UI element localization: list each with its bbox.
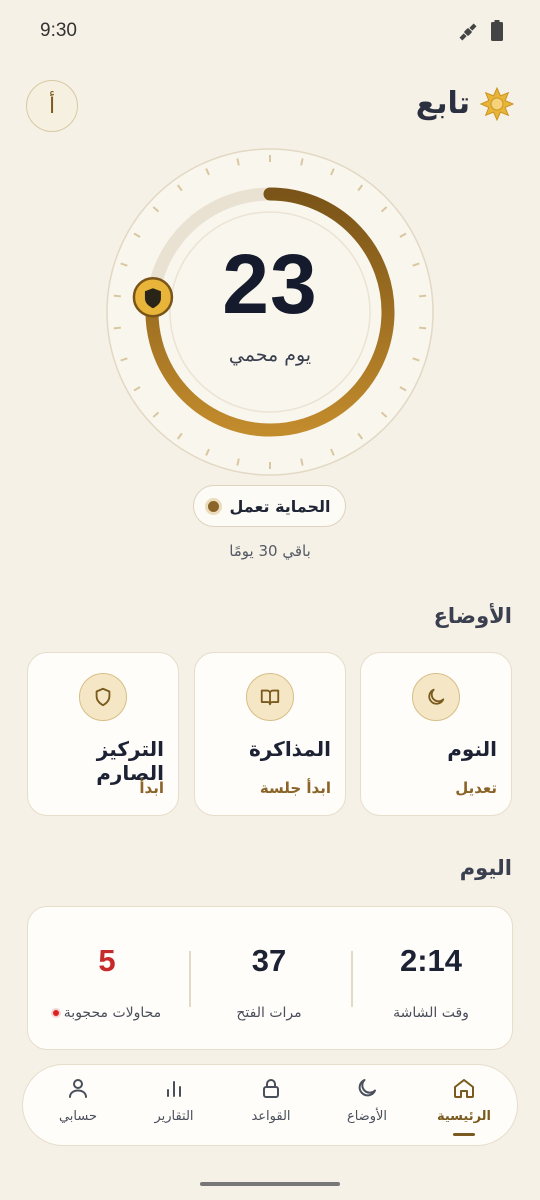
satellite-icon xyxy=(459,23,477,41)
status-time: 9:30 xyxy=(40,20,77,41)
today-stats-card: 2:14 وقت الشاشة 37 مرات الفتح 5 محاولات … xyxy=(27,906,513,1050)
mode-name: النوم xyxy=(447,737,497,761)
moon-icon xyxy=(358,1079,376,1097)
today-section-title: اليوم xyxy=(459,856,512,880)
moon-icon xyxy=(412,673,460,721)
stat-label: مرات الفتح xyxy=(236,1005,302,1021)
stat-screen-time: 2:14 وقت الشاشة xyxy=(350,907,512,1051)
protected-days-count: 23 xyxy=(222,237,318,331)
protected-days-caption: يوم محمي xyxy=(228,344,312,366)
nav-label: القواعد xyxy=(251,1109,291,1124)
stat-label: وقت الشاشة xyxy=(393,1005,469,1021)
stat-value: 2:14 xyxy=(399,943,463,978)
ring-tick xyxy=(236,458,240,466)
stat-unlocks: 37 مرات الفتح xyxy=(188,907,350,1051)
nav-item-home[interactable]: الرئيسية xyxy=(419,1065,509,1147)
shield-icon xyxy=(79,673,127,721)
mode-card-study[interactable]: المذاكرة ابدأ جلسة xyxy=(194,652,346,816)
nav-item-account[interactable]: حسابي xyxy=(33,1065,123,1147)
home-icon xyxy=(454,1079,474,1098)
mode-action-edit[interactable]: تعديل xyxy=(455,779,497,797)
battery-icon xyxy=(491,20,503,41)
nav-label: الرئيسية xyxy=(436,1109,492,1124)
alert-dot-icon xyxy=(52,1010,59,1016)
mode-card-strict-focus[interactable]: التركيز الصارم ابدأ xyxy=(27,652,179,816)
ring-tick xyxy=(300,158,304,166)
status-dot-icon xyxy=(208,500,220,512)
user-icon xyxy=(69,1079,87,1098)
gesture-home-indicator[interactable] xyxy=(200,1182,340,1186)
stat-divider xyxy=(189,951,191,1007)
mode-name: المذاكرة xyxy=(248,737,331,761)
mode-action-start[interactable]: ابدأ xyxy=(139,779,164,797)
nav-active-indicator xyxy=(453,1133,475,1136)
stat-value: 37 xyxy=(251,943,287,978)
bar-chart-icon xyxy=(167,1081,181,1097)
nav-label: حسابي xyxy=(58,1109,98,1124)
nav-label: التقارير xyxy=(154,1109,194,1124)
protection-status-pill[interactable]: الحماية تعمل xyxy=(193,485,346,527)
mode-action-start-session[interactable]: ابدأ جلسة xyxy=(260,779,331,797)
stat-value: 5 xyxy=(98,943,116,978)
modes-section-title: الأوضاع xyxy=(433,604,512,628)
protection-status-label: الحماية تعمل xyxy=(229,496,331,516)
lock-icon xyxy=(263,1079,279,1098)
bottom-navigation: الرئيسية الأوضاع القواعد التقارير حسابي xyxy=(22,1064,518,1146)
sun-badge-icon xyxy=(480,86,514,121)
brand-title: تابع xyxy=(415,86,470,121)
mode-name: التركيز الصارم xyxy=(96,737,164,785)
ring-tick xyxy=(236,158,240,166)
ring-tick xyxy=(300,458,304,466)
mode-card-sleep[interactable]: النوم تعديل xyxy=(360,652,512,816)
nav-label: الأوضاع xyxy=(346,1109,388,1124)
nav-item-reports[interactable]: التقارير xyxy=(129,1065,219,1147)
book-icon xyxy=(246,673,294,721)
stat-blocked-attempts: 5 محاولات محجوبة xyxy=(26,907,188,1051)
stat-divider xyxy=(351,951,353,1007)
status-bar: 9:30 xyxy=(0,0,540,64)
language-button[interactable]: أ xyxy=(26,80,78,132)
brand: تابع xyxy=(416,86,514,121)
nav-item-rules[interactable]: القواعد xyxy=(226,1065,316,1147)
stat-label-row: محاولات محجوبة xyxy=(26,1005,188,1021)
nav-item-modes[interactable]: الأوضاع xyxy=(322,1065,412,1147)
stat-label: محاولات محجوبة xyxy=(63,1005,162,1021)
remaining-days: باقي 30 يومًا xyxy=(229,542,311,560)
